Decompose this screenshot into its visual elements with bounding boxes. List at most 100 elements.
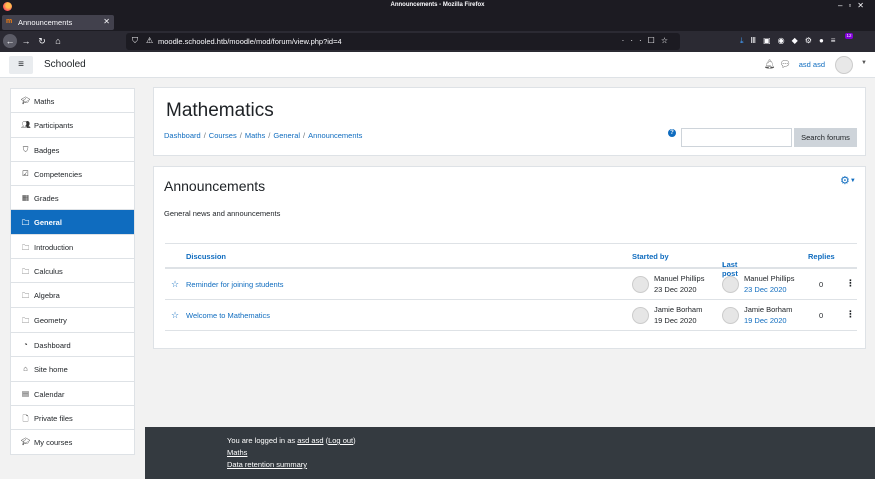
breadcrumb-maths[interactable]: Maths [245,131,265,140]
sidebar-item-competencies[interactable]: ☑ Competencies [11,162,134,187]
settings-menu[interactable]: ⚙▼ [840,174,856,187]
library-icon: Ⅲ [750,36,764,45]
browser-navbar: ← → ↻ ⌂ ⛉ ⚠ moodle.schooled.htb/moodle/m… [0,31,875,52]
tab-strip: m Announcements ✕ + [0,14,875,43]
insecure-lock-icon[interactable]: ⚠ [146,36,153,45]
window-title: Announcements - Mozilla Firefox [390,2,485,8]
hamburger-icon: ≡ [18,59,24,70]
forward-arrow-icon[interactable]: → [19,34,33,48]
sidebar-item-introduction[interactable]: 🗀︎ Introduction [11,235,134,260]
tab-announcements[interactable]: m Announcements ✕ [2,15,114,30]
avatar[interactable] [722,307,739,324]
data-retention-link[interactable]: Data retention summary [227,460,307,469]
home-icon[interactable]: ⌂ [51,34,65,48]
kebab-menu-icon[interactable]: ⋮ [846,309,855,320]
folder-icon: 🗀︎ [21,218,30,228]
tracking-shield-icon[interactable]: ⛉ [132,36,138,46]
url-text[interactable]: moodle.schooled.htb/moodle/mod/forum/vie… [158,37,342,46]
breadcrumb-courses[interactable]: Courses [209,131,237,140]
last-post-date-link[interactable]: 19 Dec 2020 [744,316,787,325]
course-nav: 🎓︎ Maths 👥︎ Participants ⛉ Badges ☑ Competen… [10,88,135,333]
profile-link[interactable]: asd asd [297,436,323,445]
star-icon[interactable]: ☆ [171,310,179,321]
url-bar[interactable]: ⛉ ⚠ moodle.schooled.htb/moodle/mod/forum… [126,33,680,50]
started-by-name: Manuel Phillips [654,274,705,283]
bell-icon[interactable]: 🔔︎ [764,59,775,70]
chevron-down-icon[interactable]: ▼ [861,60,867,66]
breadcrumb: Dashboard / Courses / Maths / General / Announce… [164,131,363,140]
sidebar-item-maths[interactable]: 🎓︎ Maths [11,89,134,114]
gear-icon[interactable]: ⚙ [840,175,850,187]
sidebar-item-participants[interactable]: 👥︎ Participants [11,113,134,138]
sidebar-item-general[interactable]: 🗀︎ General [11,210,134,235]
sidebar-icon: ▣ [763,36,778,45]
checkbox-icon: ☑ [22,168,29,178]
table-icon: ▦ [21,193,30,203]
home-icon: ⌂ [23,364,28,374]
calendar-icon: ▤ [21,388,30,398]
user-menu[interactable]: 🔔︎ 💬︎ asd asd ▼ [757,56,867,74]
nav-drawer: 🎓︎ Maths 👥︎ Participants ⛉ Badges ☑ Competen… [0,78,145,479]
replies-count: 0 [819,311,824,320]
sidebar-item-algebra[interactable]: 🗀︎ Algebra [11,283,134,308]
reload-icon[interactable]: ↻ [35,34,49,48]
forum-intro: General news and announcements [164,209,281,218]
sidebar-item-site-home[interactable]: ⌂ Site home [11,357,134,382]
sidebar-item-calendar[interactable]: ▤ Calendar [11,382,134,406]
sidebar-item-grades[interactable]: ▦ Grades [11,186,134,211]
sidebar-item-badges[interactable]: ⛉ Badges [11,138,134,162]
help-icon[interactable]: ? [668,129,676,137]
avatar[interactable] [632,276,649,293]
sidebar-item-private-files[interactable]: 🗋︎ Private files [11,406,134,431]
avatar[interactable] [722,276,739,293]
user-name[interactable]: asd asd [799,60,825,69]
kebab-menu-icon[interactable]: ⋮ [846,278,855,289]
column-replies[interactable]: Replies [808,252,835,261]
column-started-by[interactable]: Started by [632,252,669,261]
users-icon: 👥︎ [21,120,31,130]
moodle-favicon-icon: m [6,18,13,25]
file-icon: 🗋︎ [22,413,29,423]
sort-arrow-down-icon[interactable]: ↓ [722,260,726,269]
breadcrumb-general[interactable]: General [273,131,300,140]
discussion-link[interactable]: Reminder for joining students [186,280,284,289]
sidebar-item-dashboard[interactable]: ◔ Dashboard [11,333,134,358]
site-name[interactable]: Schooled [44,59,86,70]
back-arrow-icon[interactable]: ← [3,34,17,48]
extension-icon: ⚙ [804,36,819,45]
site-nav: ◔ Dashboard ⌂ Site home ▤ Calendar 🗋︎ Privat… [10,332,135,456]
page-actions[interactable]: ···☐☆ [622,36,674,45]
folder-icon: 🗀︎ [21,291,30,301]
avatar[interactable] [632,307,649,324]
replies-count: 0 [819,280,824,289]
star-icon[interactable]: ☆ [171,279,179,290]
page-header-card: Mathematics Dashboard / Courses / Maths / Gene… [153,87,866,156]
search-input[interactable] [681,128,792,147]
drawer-toggle-button[interactable]: ≡ [9,56,33,74]
foxyproxy-icon: ◆ [791,36,805,45]
breadcrumb-dashboard[interactable]: Dashboard [164,131,201,140]
search-forums-button[interactable]: Search forums [794,128,857,147]
window-controls[interactable]: –▫✕ [838,1,870,10]
sidebar-item-geometry[interactable]: 🗀︎ Geometry [11,308,134,332]
discussion-link[interactable]: Welcome to Mathematics [186,311,270,320]
login-info: You are logged in as asd asd (Log out) [227,436,356,445]
avatar[interactable] [835,56,853,74]
table-row: ☆ Reminder for joining students Manuel P… [165,269,857,300]
footer-course-link[interactable]: Maths [227,448,247,457]
page-title: Mathematics [166,100,274,121]
started-by-name: Jamie Borham [654,305,703,314]
graduation-cap-icon: 🎓︎ [21,96,31,105]
column-discussion[interactable]: Discussion [186,252,226,261]
browser-toolbar-icons[interactable]: ⤓Ⅲ▣◉◆⚙●≡ [740,36,842,46]
breadcrumb-announcements[interactable]: Announcements [308,131,362,140]
chat-icon[interactable]: 💬︎ [780,59,791,70]
logout-link[interactable]: Log out [328,436,353,445]
discussion-table: Discussion Started by Last post ↓ Replie… [165,243,857,331]
tab-title: Announcements [18,18,73,27]
sidebar-item-calculus[interactable]: 🗀︎ Calculus [11,259,134,284]
sidebar-item-my-courses[interactable]: 🎓︎ My courses [11,430,134,454]
close-icon[interactable]: ✕ [103,17,110,26]
chevron-down-icon[interactable]: ▼ [850,178,856,184]
last-post-date-link[interactable]: 23 Dec 2020 [744,285,787,294]
